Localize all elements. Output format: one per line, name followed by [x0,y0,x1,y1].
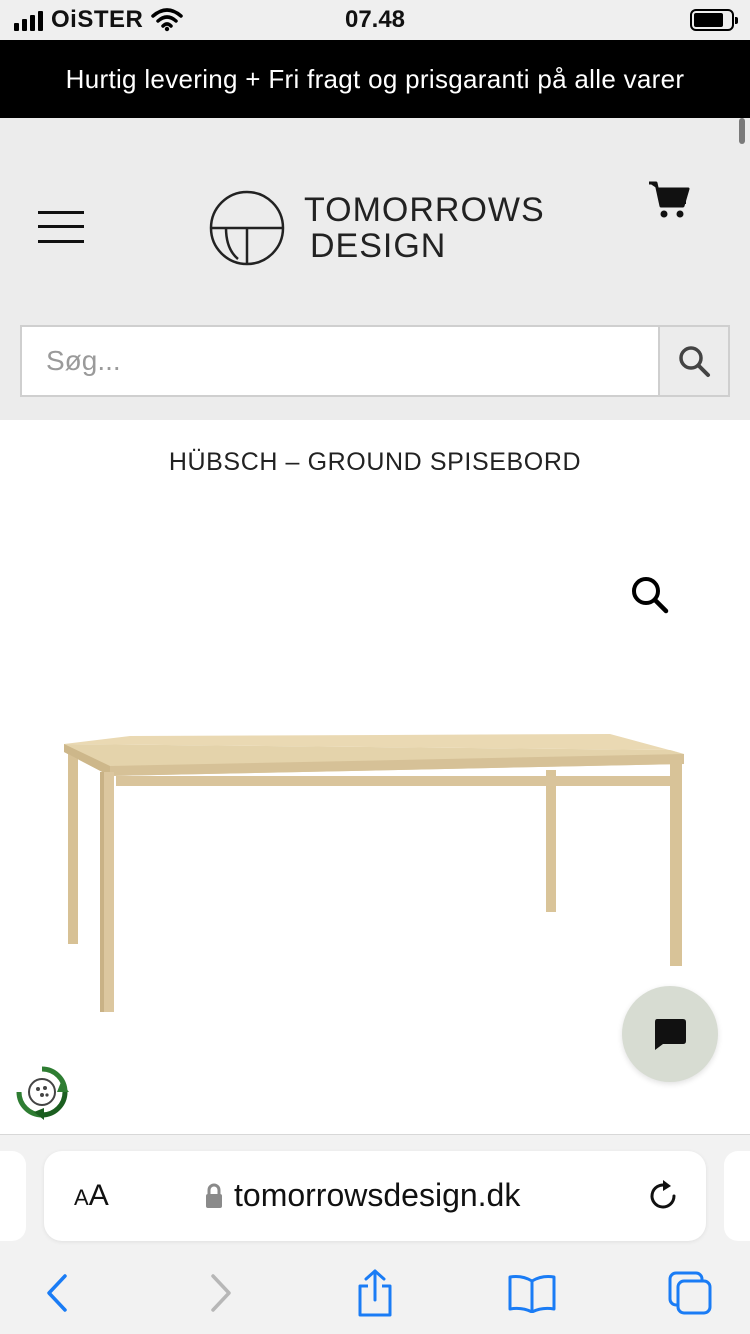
url-text: tomorrowsdesign.dk [234,1177,521,1213]
tabs-icon [668,1271,712,1315]
text-size-button[interactable]: AA [74,1179,109,1213]
browser-chrome: AA tomorrowsdesign.dk [0,1134,750,1334]
promo-text: Hurtig levering + Fri fragt og prisgaran… [65,63,685,94]
status-time: 07.48 [344,6,406,33]
forward-button[interactable] [192,1265,248,1321]
next-tab-peek[interactable] [724,1151,750,1241]
reload-icon [650,1180,676,1209]
eco-badge[interactable] [14,1064,70,1120]
search-button[interactable] [658,327,728,395]
url-display[interactable]: tomorrowsdesign.dk [204,1177,520,1214]
back-button[interactable] [30,1265,86,1321]
logo-wordmark: TOMORROWS DESIGN [304,192,545,264]
logo-line-2: DESIGN [310,227,447,265]
chevron-left-icon [47,1274,67,1312]
promo-banner: Hurtig levering + Fri fragt og prisgaran… [0,40,750,118]
lock-icon [206,1183,222,1208]
search-icon [679,346,710,377]
search-bar [20,325,730,397]
menu-button[interactable] [38,208,86,244]
logo-mark-icon [209,190,285,266]
cart-button[interactable] [648,180,690,220]
site-logo[interactable]: TOMORROWS DESIGN [208,188,548,268]
cart-icon [649,181,690,218]
chat-button[interactable] [622,986,718,1082]
chat-icon [655,1019,686,1050]
zoom-icon [632,577,669,614]
battery-icon [690,9,738,31]
site-header: TOMORROWS DESIGN [0,118,750,420]
dining-table-image [64,734,684,1012]
share-button[interactable] [347,1265,403,1321]
bookmarks-button[interactable] [504,1265,560,1321]
product-title: HÜBSCH – GROUND SPISEBORD [168,448,582,476]
search-input[interactable] [22,327,658,395]
previous-tab-peek[interactable] [0,1151,26,1241]
tabs-button[interactable] [662,1265,718,1321]
reload-button[interactable] [646,1179,680,1213]
share-icon [358,1269,392,1317]
logo-line-1: TOMORROWS [304,191,545,229]
ios-status-bar: OiSTER 07.48 [0,0,750,40]
chevron-right-icon [211,1274,231,1312]
product-image[interactable] [50,720,700,1020]
recycle-badge-icon [16,1066,69,1120]
bookmarks-icon [508,1275,556,1313]
zoom-button[interactable] [630,575,670,615]
scroll-indicator[interactable] [739,118,745,144]
address-bar[interactable]: AA tomorrowsdesign.dk [44,1151,706,1241]
browser-toolbar [0,1265,750,1325]
